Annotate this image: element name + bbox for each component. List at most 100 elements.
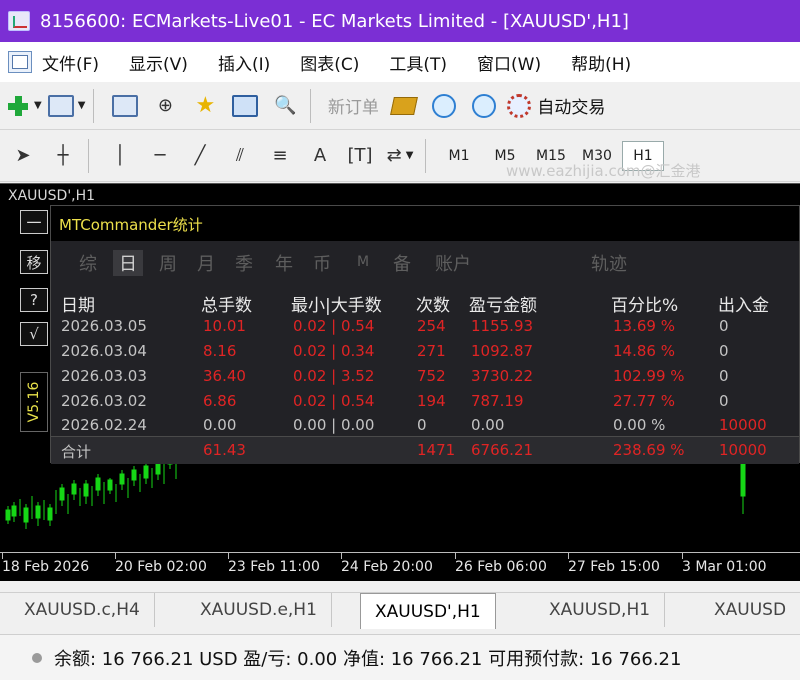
table-cell: 13.69 % <box>613 317 675 335</box>
table-cell: 1092.87 <box>471 342 534 360</box>
help-button[interactable]: ? <box>20 288 48 312</box>
table-cell: 2026.03.05 <box>61 317 147 335</box>
radio-icon <box>472 93 497 118</box>
auto-trading-button[interactable]: 自动交易 <box>507 88 605 124</box>
table-cell: 0 <box>417 416 427 434</box>
navigator-button[interactable]: ★ <box>188 88 222 124</box>
table-cell: 2026.03.02 <box>61 392 147 410</box>
strategy-tester-button[interactable]: 🔍 <box>268 88 302 124</box>
chart-tab-xauusd-h1[interactable]: XAUUSD,H1 <box>535 593 666 627</box>
table-cell: 0 <box>719 342 729 360</box>
tab-summary[interactable]: 综 <box>79 250 97 276</box>
total-percent: 238.69 % <box>613 441 685 459</box>
status-dot-icon <box>32 652 42 663</box>
text-button[interactable]: A <box>303 138 337 174</box>
table-cell: 102.99 % <box>613 367 685 385</box>
chart-tab-xauusd-e-h1[interactable]: XAUUSD.e,H1 <box>186 593 332 627</box>
panel-tabs: 综 日 周 月 季 年 币 M 备 账户 轨迹 <box>51 246 799 280</box>
broadcast-button[interactable] <box>467 88 501 124</box>
table-cell: 752 <box>417 367 446 385</box>
tab-month[interactable]: 月 <box>197 250 215 276</box>
x-axis-label: 18 Feb 2026 <box>2 559 90 575</box>
table-cell: 2026.03.04 <box>61 342 147 360</box>
new-order-label: 新订单 <box>327 98 379 118</box>
user-circle-icon <box>432 93 457 118</box>
toolbar-separator <box>88 138 89 173</box>
confirm-button[interactable]: √ <box>20 322 48 346</box>
window-title: 8156600: ECMarkets-Live01 - EC Markets L… <box>40 10 629 32</box>
table-cell: 0.02 | 0.54 <box>293 392 375 410</box>
vertical-line-button[interactable]: │ <box>103 138 137 174</box>
arrow-cursor-icon: ➤ <box>15 145 31 166</box>
total-lots: 61.43 <box>203 441 246 459</box>
standard-toolbar: ▼ ▼ ⊕ ★ 🔍 新订单 自动交易 <box>0 82 800 130</box>
mdi-window-icon[interactable] <box>8 51 32 73</box>
crosshair-target-icon: ⊕ <box>157 95 173 116</box>
new-order-button[interactable]: 新订单 <box>325 88 381 124</box>
data-window-button[interactable]: ⊕ <box>148 88 182 124</box>
total-deposit: 10000 <box>719 441 767 459</box>
tab-account[interactable]: 账户 <box>435 250 471 276</box>
total-label: 合计 <box>61 443 92 461</box>
cursor-button[interactable]: ➤ <box>6 138 40 174</box>
app-icon[interactable] <box>8 11 30 31</box>
terminal-button[interactable] <box>228 88 262 124</box>
table-cell: 0.02 | 0.34 <box>293 342 375 360</box>
tab-quarter[interactable]: 季 <box>235 250 253 276</box>
col-percent: 百分比% <box>611 296 679 316</box>
fibonacci-button[interactable]: ≡ <box>263 138 297 174</box>
menu-insert[interactable]: 插入(I) <box>218 50 270 75</box>
tab-m[interactable]: M <box>357 254 369 270</box>
vertical-line-icon: │ <box>114 145 126 166</box>
table-cell: 6.86 <box>203 392 237 410</box>
tab-currency[interactable]: 币 <box>313 250 331 276</box>
profiles-icon <box>47 94 74 117</box>
text-label-button[interactable]: [T] <box>343 138 377 174</box>
tab-track[interactable]: 轨迹 <box>591 250 627 276</box>
x-axis <box>0 552 800 553</box>
menu-view[interactable]: 显示(V) <box>129 50 188 75</box>
table-cell: 2026.03.03 <box>61 367 147 385</box>
profiles-button[interactable]: ▼ <box>47 88 85 124</box>
table-cell: 194 <box>417 392 446 410</box>
table-cell: 10.01 <box>203 317 246 335</box>
tab-backup[interactable]: 备 <box>393 250 411 276</box>
trendline-button[interactable]: ╱ <box>183 138 217 174</box>
horizontal-line-icon: ─ <box>154 145 166 166</box>
metaeditor-button[interactable] <box>387 88 421 124</box>
table-cell: 0.00 <box>203 416 237 434</box>
chart-tab-xauusd-c-h4[interactable]: XAUUSD.c,H4 <box>10 593 155 627</box>
market-watch-button[interactable] <box>108 88 142 124</box>
horizontal-line-button[interactable]: ─ <box>143 138 177 174</box>
menu-help[interactable]: 帮助(H) <box>571 50 631 75</box>
table-cell: 3730.22 <box>471 367 534 385</box>
chevron-down-icon: ▼ <box>405 150 414 161</box>
x-axis-label: 3 Mar 01:00 <box>682 559 767 575</box>
arrows-button[interactable]: ⇄ ▼ <box>383 138 417 174</box>
signals-button[interactable] <box>427 88 461 124</box>
table-cell: 0.00 <box>471 416 505 434</box>
menu-charts[interactable]: 图表(C) <box>300 50 359 75</box>
minimize-panel-button[interactable]: 一 <box>20 210 48 234</box>
table-cell: 8.16 <box>203 342 237 360</box>
menu-window[interactable]: 窗口(W) <box>477 50 541 75</box>
chart-tabs: XAUUSD.c,H4 XAUUSD.e,H1 XAUUSD',H1 XAUUS… <box>0 592 800 632</box>
tab-day[interactable]: 日 <box>113 250 143 276</box>
tab-week[interactable]: 周 <box>159 250 177 276</box>
total-row: 合计 61.43 1471 6766.21 238.69 % 10000 <box>51 436 799 464</box>
crosshair-button[interactable]: ┼ <box>46 138 80 174</box>
timeframe-m1[interactable]: M1 <box>438 141 480 171</box>
table-cell: 1155.93 <box>471 317 534 335</box>
chart-tab-xauusd-prime-h1[interactable]: XAUUSD',H1 <box>360 593 496 629</box>
chart-tab-xauusd[interactable]: XAUUSD <box>700 593 800 627</box>
menu-tools[interactable]: 工具(T) <box>389 50 447 75</box>
menu-file[interactable]: 文件(F) <box>42 50 99 75</box>
new-chart-button[interactable]: ▼ <box>6 88 42 124</box>
move-panel-button[interactable]: 移 <box>20 250 48 274</box>
tab-year[interactable]: 年 <box>275 250 293 276</box>
equidistant-channel-button[interactable]: ⫽ <box>223 138 257 174</box>
auto-trading-label: 自动交易 <box>537 98 606 118</box>
col-deposit: 出入金 <box>718 296 769 316</box>
folder-star-icon: ★ <box>195 93 216 118</box>
magnifier-icon: 🔍 <box>274 95 297 116</box>
